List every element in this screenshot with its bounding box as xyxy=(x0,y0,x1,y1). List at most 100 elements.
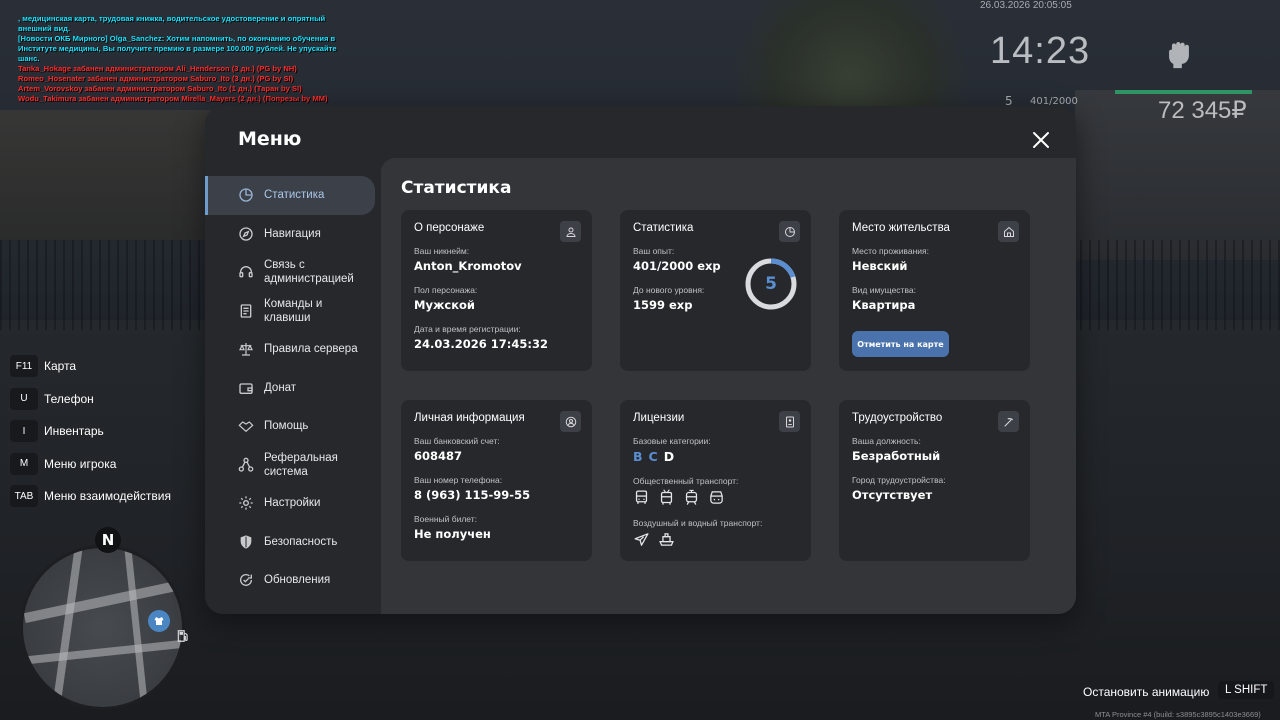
tram-icon xyxy=(685,489,698,505)
sidebar-item-label: Команды и клавиши xyxy=(264,297,323,324)
hud-time: 14:23 xyxy=(990,30,1091,72)
keybind-label: Карта xyxy=(44,359,77,374)
card-residence: Место жительства Место проживания: Невск… xyxy=(839,210,1030,371)
card-title: Личная информация xyxy=(414,412,525,424)
sidebar-item-label: Реферальная система xyxy=(264,451,338,478)
position-label: Ваша должность: xyxy=(852,436,921,446)
card-character: О персонаже Ваш никнейм: Anton_Kromotov … xyxy=(401,210,592,371)
sidebar-item-label: Навигация xyxy=(264,227,321,240)
property-type-label: Вид имущества: xyxy=(852,285,916,295)
keybind-key: TAB xyxy=(10,485,38,508)
card-title: Лицензии xyxy=(633,412,685,424)
gender-value: Мужской xyxy=(414,298,475,312)
sidebar-item-settings[interactable]: Настройки xyxy=(205,484,381,523)
chat-line: Romeo_Hosenater забанен администратором … xyxy=(18,74,294,83)
trolleybus-icon xyxy=(660,489,673,505)
sidebar-item-help[interactable]: Помощь xyxy=(205,407,381,446)
sidebar-item-updates[interactable]: Обновления xyxy=(205,561,381,600)
mark-on-map-button[interactable]: Отметить на карте xyxy=(852,331,949,357)
user-icon xyxy=(560,221,581,242)
sidebar-item-statistics[interactable]: Статистика xyxy=(205,176,375,215)
close-icon xyxy=(1033,132,1049,148)
pickaxe-icon xyxy=(998,411,1019,432)
keybind-key: I xyxy=(10,420,38,443)
close-button[interactable] xyxy=(1031,130,1051,150)
keybind-label: Телефон xyxy=(44,391,94,406)
nickname-label: Ваш никнейм: xyxy=(414,246,470,256)
card-employment: Трудоустройство Ваша должность: Безработ… xyxy=(839,400,1030,561)
scales-icon xyxy=(239,343,253,356)
sidebar-item-navigation[interactable]: Навигация xyxy=(205,215,381,254)
keybind-row: U Телефон xyxy=(10,383,171,416)
chat-line: , медицинская карта, трудовая книжка, во… xyxy=(18,14,328,33)
chat-line: Wodu_Takimura забанен администратором Mi… xyxy=(18,94,328,103)
position-value: Безработный xyxy=(852,449,941,463)
minimap-road xyxy=(51,548,83,707)
sidebar-item-contact-admin[interactable]: Связь с администрацией xyxy=(205,253,381,292)
gender-label: Пол персонажа: xyxy=(414,285,478,295)
exp-label: Ваш опыт: xyxy=(633,246,675,256)
keybind-key: U xyxy=(10,387,38,410)
card-title: Место жительства xyxy=(852,222,950,234)
phone-label: Ваш номер телефона: xyxy=(414,475,503,485)
statistics-panel: Статистика О персонаже Ваш никнейм: Anto… xyxy=(381,158,1076,614)
sidebar-item-rules[interactable]: Правила сервера xyxy=(205,330,381,369)
job-city-value: Отсутствует xyxy=(852,488,933,502)
level-value: 5 xyxy=(765,274,777,294)
keybind-key: M xyxy=(10,452,38,475)
sidebar-item-label: Помощь xyxy=(264,420,309,433)
sidebar-item-label: Безопасность xyxy=(264,535,338,548)
chat-line: [Новости ОКБ Мирного] Olga_Sanchez: Хоти… xyxy=(18,34,339,63)
hud-date: 26.03.2026 20:05:05 xyxy=(980,0,1072,11)
air-water-transport-label: Воздушный и водный транспорт: xyxy=(633,518,763,528)
sidebar-item-commands[interactable]: Команды и клавиши xyxy=(205,292,381,331)
shield-icon xyxy=(240,535,252,549)
chat-log: , медицинская карта, трудовая книжка, во… xyxy=(18,14,338,104)
menu-title: Меню xyxy=(238,128,302,150)
card-title: Трудоустройство xyxy=(852,412,943,424)
military-id-value: Не получен xyxy=(414,527,491,541)
license-category-c: C xyxy=(648,449,658,464)
metro-icon xyxy=(710,491,723,504)
public-transport-icons xyxy=(633,489,798,506)
sidebar-item-referral[interactable]: Реферальная система xyxy=(205,446,381,485)
user-circle-icon xyxy=(560,411,581,432)
registration-label: Дата и время регистрации: xyxy=(414,324,521,334)
player-menu-window: Меню Статистика Навигация Связь с админи… xyxy=(205,106,1076,614)
keybind-row: M Меню игрока xyxy=(10,448,171,481)
sidebar-item-label: Донат xyxy=(264,381,297,394)
minimap-north-indicator: N xyxy=(95,527,121,553)
bus-icon xyxy=(635,490,648,504)
license-category-b: B xyxy=(633,449,643,464)
build-info: MTA Province #4 (build: s3895c3895c1403e… xyxy=(1095,710,1261,719)
sidebar-item-label: Статистика xyxy=(264,189,325,202)
sidebar-item-label: Правила сервера xyxy=(264,343,358,356)
keybind-key: F11 xyxy=(10,355,38,378)
fist-icon xyxy=(1169,41,1189,69)
residence-value: Невский xyxy=(852,259,908,273)
sidebar-item-donate[interactable]: Донат xyxy=(205,369,381,408)
keybind-list: F11 Карта U Телефон I Инвентарь M Меню и… xyxy=(10,350,171,513)
sidebar-item-security[interactable]: Безопасность xyxy=(205,523,381,562)
license-categories: B C D xyxy=(633,449,798,464)
sidebar-item-label: Настройки xyxy=(264,497,321,510)
fuel-station-icon xyxy=(176,628,190,648)
nickname-value: Anton_Kromotov xyxy=(414,259,522,273)
registration-value: 24.03.2026 17:45:32 xyxy=(414,337,548,351)
pie-chart-icon xyxy=(779,221,800,242)
chat-line: Tanka_Hokage забанен администратором Ali… xyxy=(18,64,297,73)
card-personal-info: Личная информация Ваш банковский счет: 6… xyxy=(401,400,592,561)
card-licenses: Лицензии Базовые категории: B C D Общест… xyxy=(620,400,811,561)
document-icon xyxy=(240,304,252,318)
airplane-icon xyxy=(634,533,649,546)
home-icon xyxy=(998,221,1019,242)
compass-icon xyxy=(239,227,253,241)
base-categories-label: Базовые категории: xyxy=(633,436,711,446)
card-statistics: Статистика Ваш опыт: 401/2000 exp До нов… xyxy=(620,210,811,371)
keybind-label: Меню игрока xyxy=(44,456,117,471)
stop-animation-key: L SHIFT xyxy=(1218,681,1275,699)
keybind-row: TAB Меню взаимодействия xyxy=(10,480,171,513)
chat-line: Artem_Vorovskoy забанен администратором … xyxy=(18,84,302,93)
phone-value: 8 (963) 115-99-55 xyxy=(414,488,531,502)
player-marker-icon xyxy=(148,610,170,632)
